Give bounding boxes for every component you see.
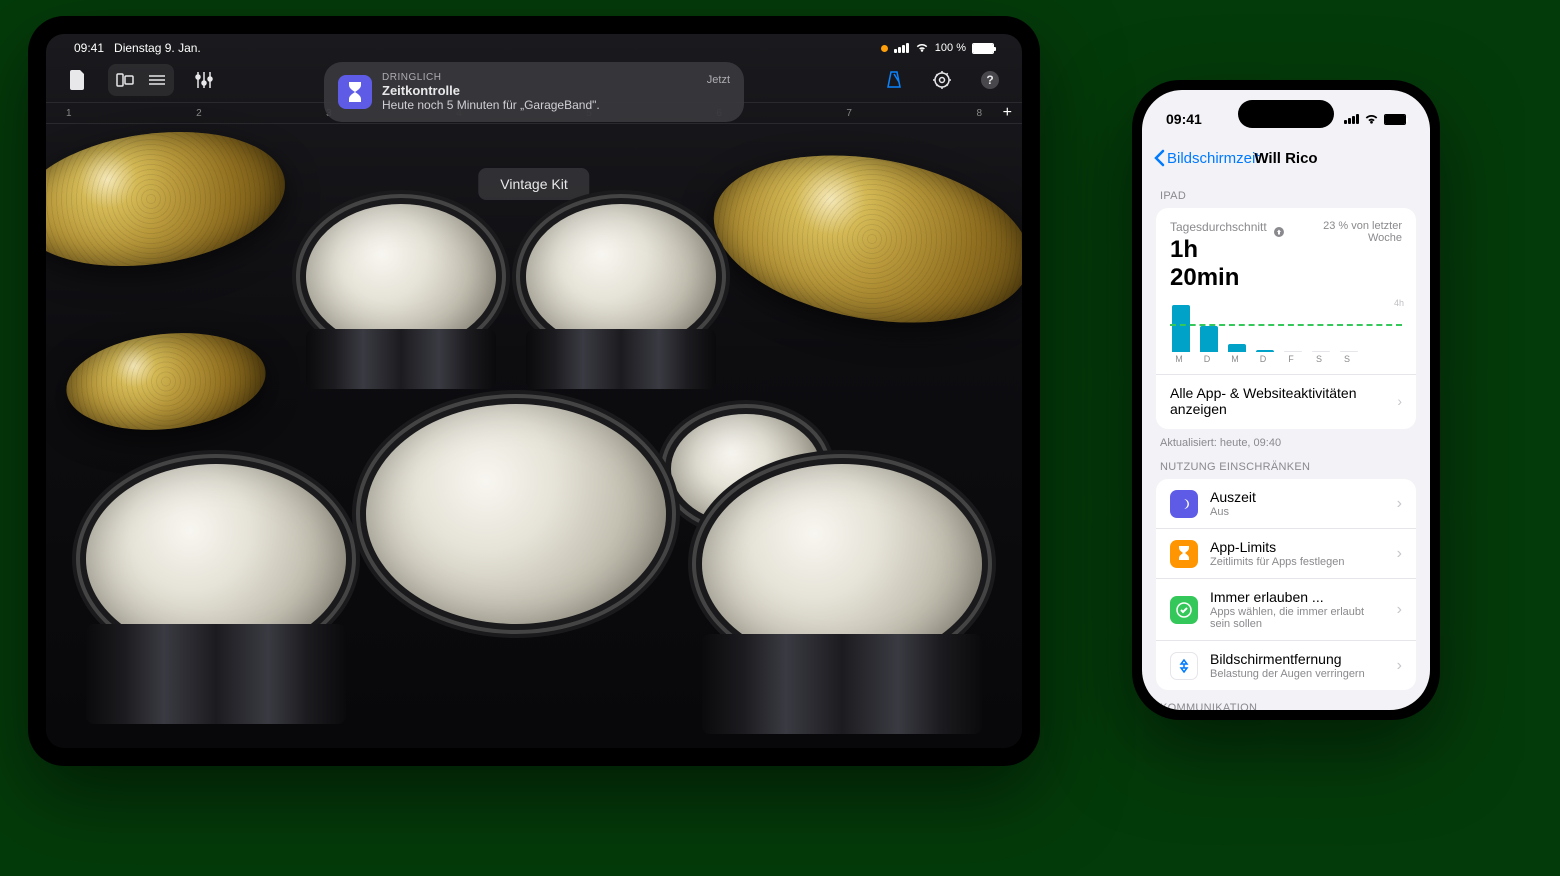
iphone-screen: 09:41 Bildschirmzeit Will Rico IPAD Tage…: [1142, 90, 1430, 710]
notification-message: Heute noch 5 Minuten für „GarageBand".: [382, 98, 697, 112]
section-header-ipad: IPAD: [1156, 178, 1416, 208]
usage-card: Tagesdurchschnitt 1h 20min 23 % von letz…: [1156, 208, 1416, 429]
average-change: 23 % von letzter Woche: [1274, 220, 1402, 244]
browser-view-button[interactable]: [110, 66, 140, 94]
floor-tom-right[interactable]: [702, 464, 982, 734]
chart-ylabel: 4h: [1394, 298, 1404, 308]
notification-banner[interactable]: DRINGLICH Zeitkontrolle Heute noch 5 Min…: [324, 62, 744, 122]
notification-time: Jetzt: [707, 74, 730, 86]
battery-icon: [972, 43, 994, 54]
hihat-cymbal[interactable]: [62, 324, 271, 439]
ipad-battery-text: 100 %: [935, 42, 966, 54]
chevron-right-icon: ›: [1397, 495, 1402, 513]
always-sub: Apps wählen, die immer erlaubt sein soll…: [1210, 606, 1385, 630]
notification-urgent-label: DRINGLICH: [382, 72, 697, 83]
ride-cymbal[interactable]: [701, 132, 1022, 345]
applimits-sub: Zeitlimits für Apps festlegen: [1210, 556, 1385, 568]
battery-icon: [1384, 114, 1406, 125]
all-activity-row[interactable]: Alle App- & Websiteaktivitäten anzeigen …: [1170, 375, 1402, 417]
distance-title: Bildschirmentfernung: [1210, 651, 1385, 667]
drum-kit: [46, 144, 1022, 748]
ipad-status-bar: 09:41 Dienstag 9. Jan. 100 %: [46, 34, 1022, 58]
chevron-right-icon: ›: [1397, 545, 1402, 563]
always-allow-row[interactable]: Immer erlauben ...Apps wählen, die immer…: [1156, 579, 1416, 641]
section-header-comm: KOMMUNIKATION: [1156, 690, 1416, 710]
updated-text: Aktualisiert: heute, 09:40: [1156, 429, 1416, 449]
arrow-up-icon: [1274, 227, 1284, 237]
kick-drum[interactable]: [366, 404, 666, 624]
applimits-title: App-Limits: [1210, 539, 1385, 555]
navigation-bar: Bildschirmzeit Will Rico: [1142, 138, 1430, 178]
iphone-time: 09:41: [1166, 111, 1202, 127]
iphone-device: 09:41 Bildschirmzeit Will Rico IPAD Tage…: [1132, 80, 1440, 720]
chart-average-line: [1170, 324, 1402, 326]
average-label: Tagesdurchschnitt: [1170, 220, 1274, 234]
ipad-device: 09:41 Dienstag 9. Jan. 100 % ?: [28, 16, 1040, 766]
recording-indicator-icon: [881, 45, 888, 52]
hourglass-icon: [338, 75, 372, 109]
check-circle-icon: [1170, 596, 1198, 624]
average-value: 1h 20min: [1170, 236, 1274, 292]
ipad-time: 09:41: [74, 41, 104, 55]
notification-title: Zeitkontrolle: [382, 83, 697, 98]
applimits-row[interactable]: App-LimitsZeitlimits für Apps festlegen …: [1156, 529, 1416, 579]
chevron-right-icon: ›: [1397, 393, 1402, 409]
limits-list: AuszeitAus › App-LimitsZeitlimits für Ap…: [1156, 479, 1416, 690]
nav-title: Will Rico: [1254, 150, 1317, 167]
always-title: Immer erlauben ...: [1210, 589, 1385, 605]
floor-tom-left[interactable]: [86, 464, 346, 724]
downtime-sub: Aus: [1210, 506, 1385, 518]
tom-drum-2[interactable]: [526, 204, 716, 389]
moon-icon: [1170, 490, 1198, 518]
signal-icon: [894, 43, 909, 53]
content-scroll[interactable]: IPAD Tagesdurchschnitt 1h 20min 23 % von…: [1142, 178, 1430, 710]
section-header-limits: NUTZUNG EINSCHRÄNKEN: [1156, 449, 1416, 479]
chart-x-labels: MDMDFSS: [1170, 354, 1402, 364]
downtime-title: Auszeit: [1210, 489, 1385, 505]
ipad-date: Dienstag 9. Jan.: [114, 41, 201, 55]
settings-button[interactable]: [924, 64, 960, 96]
chevron-right-icon: ›: [1397, 601, 1402, 619]
crash-cymbal-left[interactable]: [46, 116, 294, 282]
distance-icon: [1170, 652, 1198, 680]
tracks-view-button[interactable]: [142, 66, 172, 94]
svg-text:?: ?: [986, 73, 993, 87]
back-label: Bildschirmzeit: [1167, 150, 1260, 167]
track-controls-button[interactable]: [186, 64, 222, 96]
dynamic-island: [1238, 100, 1334, 128]
chevron-left-icon: [1154, 149, 1165, 167]
metronome-button[interactable]: [876, 64, 912, 96]
signal-icon: [1344, 114, 1359, 124]
hourglass-icon: [1170, 540, 1198, 568]
add-section-button[interactable]: +: [1003, 104, 1012, 122]
wifi-icon: [915, 43, 929, 53]
back-button[interactable]: Bildschirmzeit: [1154, 149, 1260, 167]
usage-chart[interactable]: 4h MDMDFSS: [1170, 300, 1402, 364]
downtime-row[interactable]: AuszeitAus ›: [1156, 479, 1416, 529]
all-activity-label: Alle App- & Websiteaktivitäten anzeigen: [1170, 385, 1397, 417]
ipad-screen: 09:41 Dienstag 9. Jan. 100 % ?: [46, 34, 1022, 748]
wifi-icon: [1364, 114, 1379, 125]
help-button[interactable]: ?: [972, 64, 1008, 96]
view-toggle[interactable]: [108, 64, 174, 96]
tom-drum-1[interactable]: [306, 204, 496, 389]
my-songs-button[interactable]: [60, 64, 96, 96]
screen-distance-row[interactable]: BildschirmentfernungBelastung der Augen …: [1156, 641, 1416, 690]
chevron-right-icon: ›: [1397, 657, 1402, 675]
distance-sub: Belastung der Augen verringern: [1210, 668, 1385, 680]
